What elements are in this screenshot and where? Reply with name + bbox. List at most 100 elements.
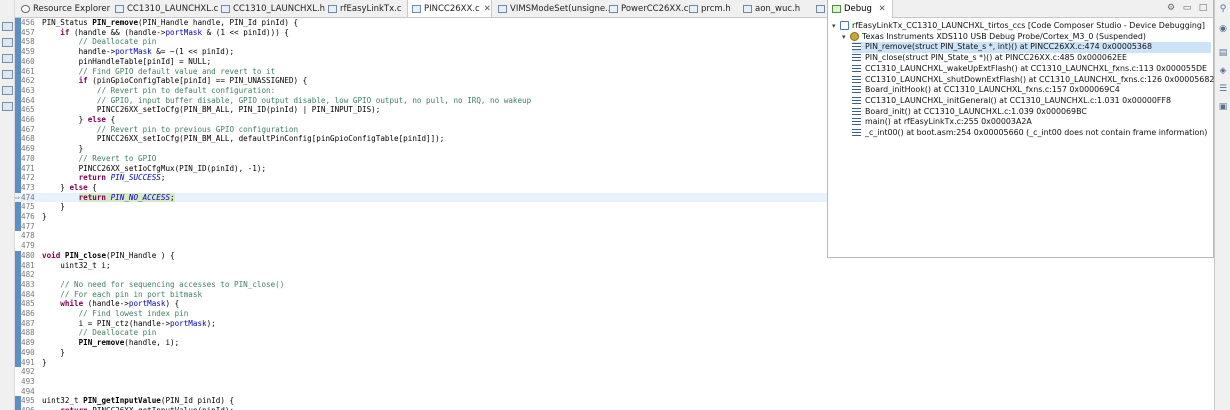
close-icon[interactable]: ✕ xyxy=(879,4,886,14)
code-line[interactable]: 462 if (pinGpioConfigTable[pinId] == PIN… xyxy=(15,76,827,86)
code-line[interactable]: 486 // Find lowest index pin xyxy=(15,309,827,319)
code-line[interactable]: 491} xyxy=(15,358,827,368)
code-line[interactable]: 463 // Revert pin to default configurati… xyxy=(15,86,827,96)
debug-node-app[interactable]: ▾ rfEasyLinkTx_CC1310_LAUNCHXL_tirtos_ccs… xyxy=(832,21,1211,32)
stack-frame[interactable]: PIN_close(struct PIN_State_s *)() at PIN… xyxy=(852,53,1211,64)
line-number: 473 xyxy=(21,182,35,192)
code-line[interactable]: 478 xyxy=(15,231,827,241)
tab-pincc26xx-c[interactable]: PINCC26XX.c ✕ xyxy=(407,0,492,17)
code-line[interactable]: 492 xyxy=(15,367,827,377)
code-line[interactable]: 466 } else { xyxy=(15,115,827,125)
launch-config-icon xyxy=(840,21,849,30)
code-line[interactable]: 482 xyxy=(15,270,827,280)
variables-icon[interactable]: ▤ xyxy=(1218,48,1228,58)
maximize-icon[interactable]: □ xyxy=(1198,3,1208,13)
code-line[interactable]: 459 handle->portMask &= ~(1 << pinId); xyxy=(15,47,827,57)
stack-frame[interactable]: CC1310_LAUNCHXL_initGeneral() at CC1310_… xyxy=(852,96,1211,107)
code-line[interactable]: 461 // Find GPIO default value and rever… xyxy=(15,67,827,77)
stack-frame-icon xyxy=(852,129,861,136)
chevron-down-icon[interactable]: ▾ xyxy=(842,32,850,43)
code-line[interactable]: 487 i = PIN_ctz(handle->portMask); xyxy=(15,319,827,329)
stack-frame[interactable]: _c_int00() at boot.asm:254 0x00005660 (_… xyxy=(852,128,1211,139)
tab-cc1310-launchxl-c[interactable]: CC1310_LAUNCHXL.c xyxy=(111,0,218,17)
close-icon[interactable]: ✕ xyxy=(484,4,491,14)
tab-aon-wuc-h[interactable]: aon_wuc.h xyxy=(739,0,800,17)
code-line[interactable]: 480 void PIN_close(PIN_Handle ) { xyxy=(15,251,827,261)
code-line[interactable]: 456 PIN_Status PIN_remove(PIN_Handle hand… xyxy=(15,18,827,28)
code-line[interactable]: 479 xyxy=(15,241,827,251)
minimize-icon[interactable]: ▭ xyxy=(1182,3,1192,13)
stack-frame[interactable]: CC1310_LAUNCHXL_shutDownExtFlash() at CC… xyxy=(852,75,1214,86)
tab-a[interactable]: a xyxy=(812,0,827,17)
view-menu-icon[interactable]: ⚙ xyxy=(1166,3,1176,13)
stack-frame[interactable]: PIN_remove(struct PIN_State_s *, int)() … xyxy=(852,42,1211,54)
debug-node-probe[interactable]: ▾ Texas Instruments XDS110 USB Debug Prob… xyxy=(842,31,1211,43)
registers-icon[interactable] xyxy=(2,86,13,95)
code-line[interactable]: 457 if (handle && (handle->portMask & (1… xyxy=(15,28,827,38)
code-text: // Revert to GPIO xyxy=(78,153,157,163)
code-line[interactable]: 467 // Revert pin to previous GPIO confi… xyxy=(15,125,827,135)
tab-powercc26xx-c[interactable]: PowerCC26XX.c xyxy=(605,0,689,17)
tab-vimsmodeset-unsigne[interactable]: VIMSModeSet(unsigne... xyxy=(494,0,613,17)
chevron-down-icon[interactable]: ▾ xyxy=(832,21,840,32)
code-editor[interactable]: 456 PIN_Status PIN_remove(PIN_Handle hand… xyxy=(15,18,827,410)
perspective-icon[interactable]: ⚲ xyxy=(1218,4,1228,14)
h-file-icon xyxy=(743,5,752,13)
modules-icon[interactable]: ◈ xyxy=(1218,66,1228,76)
code-line[interactable]: 460 pinHandleTable[pinId] = NULL; xyxy=(15,57,827,67)
editor-tab-bar: Resource Explorer CC1310_LAUNCHXL.c CC1310… xyxy=(15,0,827,18)
tab-cc1310-launchxl-h[interactable]: CC1310_LAUNCHXL.h xyxy=(217,0,325,17)
code-line[interactable]: 464 // GPIO, input buffer disable, GPIO … xyxy=(15,96,827,106)
code-line[interactable]: 481 uint32_t i; xyxy=(15,261,827,271)
tab-label: PowerCC26XX.c xyxy=(621,4,689,14)
line-number: 491 xyxy=(21,357,35,367)
tab-prcm-h[interactable]: prcm.h xyxy=(685,0,731,17)
code-line[interactable]: 476} xyxy=(15,212,827,222)
stack-frame-icon xyxy=(852,43,861,51)
code-line[interactable]: 485 while (handle->portMask) { xyxy=(15,299,827,309)
problems-icon[interactable] xyxy=(2,38,13,47)
code-line[interactable]: 490 } xyxy=(15,348,827,358)
code-line[interactable]: 471 PINCC26XX_setIoCfgMux(PIN_ID(pinId),… xyxy=(15,164,827,174)
outline-icon[interactable] xyxy=(2,22,13,31)
code-line[interactable]: 488 // Deallocate pin xyxy=(15,328,827,338)
code-line[interactable]: 494 xyxy=(15,387,827,397)
code-line[interactable]: 458 // Deallocate pin xyxy=(15,37,827,47)
code-line[interactable]: 468 PINCC26XX_setIoCfg(PIN_BM_ALL, defau… xyxy=(15,134,827,144)
code-line[interactable]: 483 // No need for sequencing accesses t… xyxy=(15,280,827,290)
stack-frame[interactable]: Board_initHook() at CC1310_LAUNCHXL_fxns… xyxy=(852,85,1211,96)
code-line[interactable]: 493 xyxy=(15,377,827,387)
code-line[interactable]: 484 // For each pin in port bitmask xyxy=(15,290,827,300)
code-line[interactable]: 489 PIN_remove(handle, i); xyxy=(15,338,827,348)
tab-debug[interactable]: Debug ✕ xyxy=(828,0,893,18)
code-line[interactable]: 477 xyxy=(15,222,827,232)
code-text: uint32_t PIN_getInputValue(PIN_Id pinId)… xyxy=(42,396,235,406)
code-line[interactable]: 475 } xyxy=(15,202,827,212)
code-line[interactable]: 495 uint32_t PIN_getInputValue(PIN_Id pin… xyxy=(15,396,827,406)
debug-view: Debug ✕ ⚙ ▭ □ ▾ rfEasyLinkTx_CC1310_LAUNC… xyxy=(827,0,1214,258)
tab-resource-explorer[interactable]: Resource Explorer xyxy=(17,0,110,17)
code-line[interactable]: 472 return PIN_SUCCESS; xyxy=(15,173,827,183)
scripts-icon[interactable]: ▣ xyxy=(1218,102,1228,112)
code-line[interactable]: 465 PINCC26XX_setIoCfg(PIN_BM_ALL, PIN_I… xyxy=(15,105,827,115)
code-text: } else { xyxy=(42,182,97,192)
code-line[interactable]: 470 // Revert to GPIO xyxy=(15,154,827,164)
tab-rfeasylinktx-c[interactable]: rfEasyLinkTx.c xyxy=(324,0,402,17)
stack-frame[interactable]: Board_init() at CC1310_LAUNCHXL.c:1.039 … xyxy=(852,107,1211,118)
disassembly-icon[interactable]: ☰ xyxy=(1218,84,1228,94)
code-text: uint32_t i; xyxy=(42,260,111,270)
code-line[interactable]: 473 } else { xyxy=(15,183,827,193)
code-line[interactable]: 474 return PIN_NO_ACCESS; ⇨ xyxy=(15,192,827,203)
console-icon[interactable] xyxy=(2,54,13,63)
code-line[interactable]: 469 } xyxy=(15,144,827,154)
stack-frame[interactable]: CC1310_LAUNCHXL_wakeUpExtFlash() at CC13… xyxy=(852,64,1211,75)
breakpoints-icon[interactable]: ◉ xyxy=(1218,24,1228,34)
memory-icon[interactable] xyxy=(2,70,13,79)
line-number: 482 xyxy=(21,270,35,280)
tab-label: PINCC26XX.c xyxy=(424,4,480,14)
line-number: 481 xyxy=(21,260,35,270)
stack-frame-icon xyxy=(852,118,861,126)
expressions-icon[interactable] xyxy=(2,102,13,111)
code-line[interactable]: 496 return PINCC26XX_getInputValue(pinId… xyxy=(15,406,827,410)
stack-frame[interactable]: main() at rfEasyLinkTx.c:255 0x00003A2A xyxy=(852,117,1211,128)
